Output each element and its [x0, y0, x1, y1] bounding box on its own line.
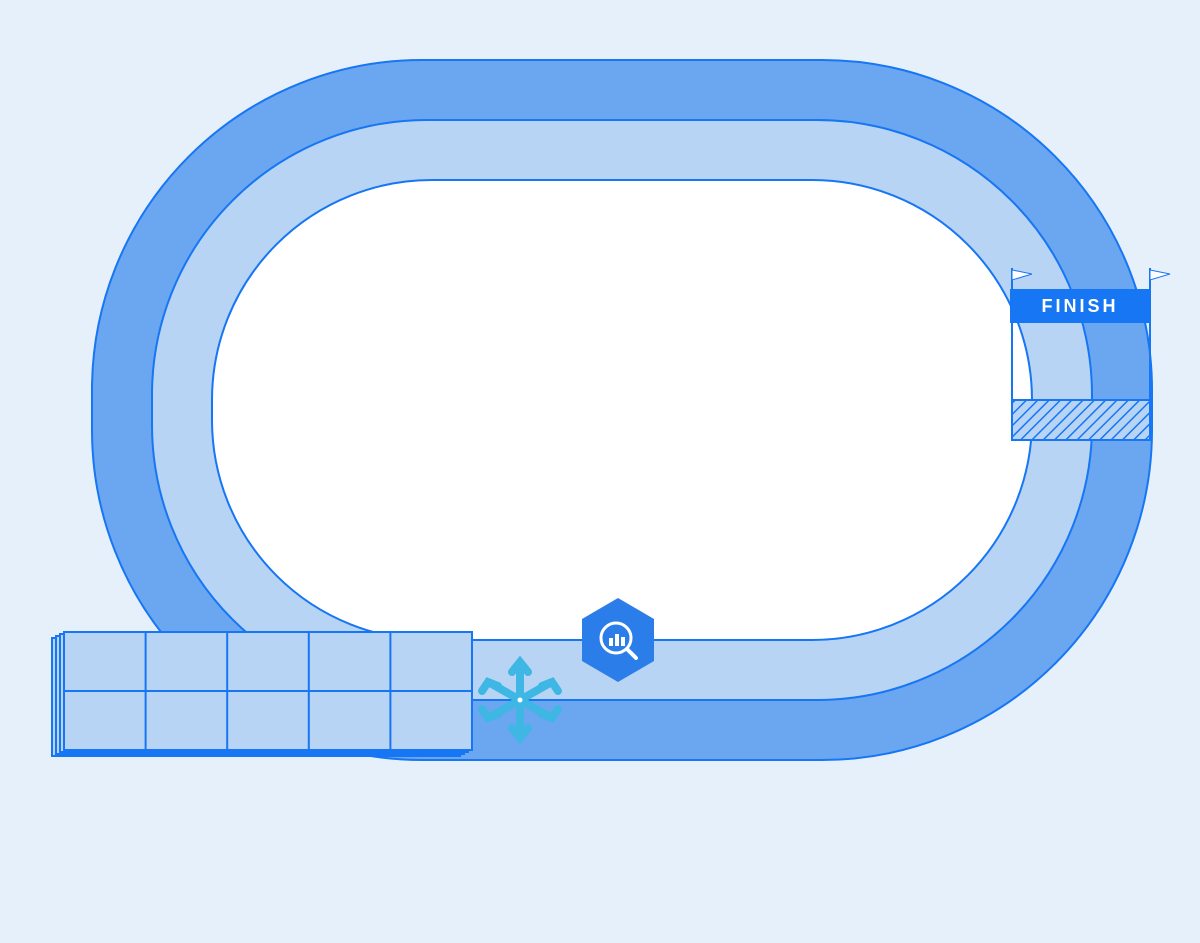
finish-label: FINISH [1041, 296, 1118, 317]
finish-banner: FINISH [1010, 289, 1150, 323]
starting-blocks [52, 632, 472, 756]
racetrack-diagram: FINISH [0, 0, 1200, 938]
